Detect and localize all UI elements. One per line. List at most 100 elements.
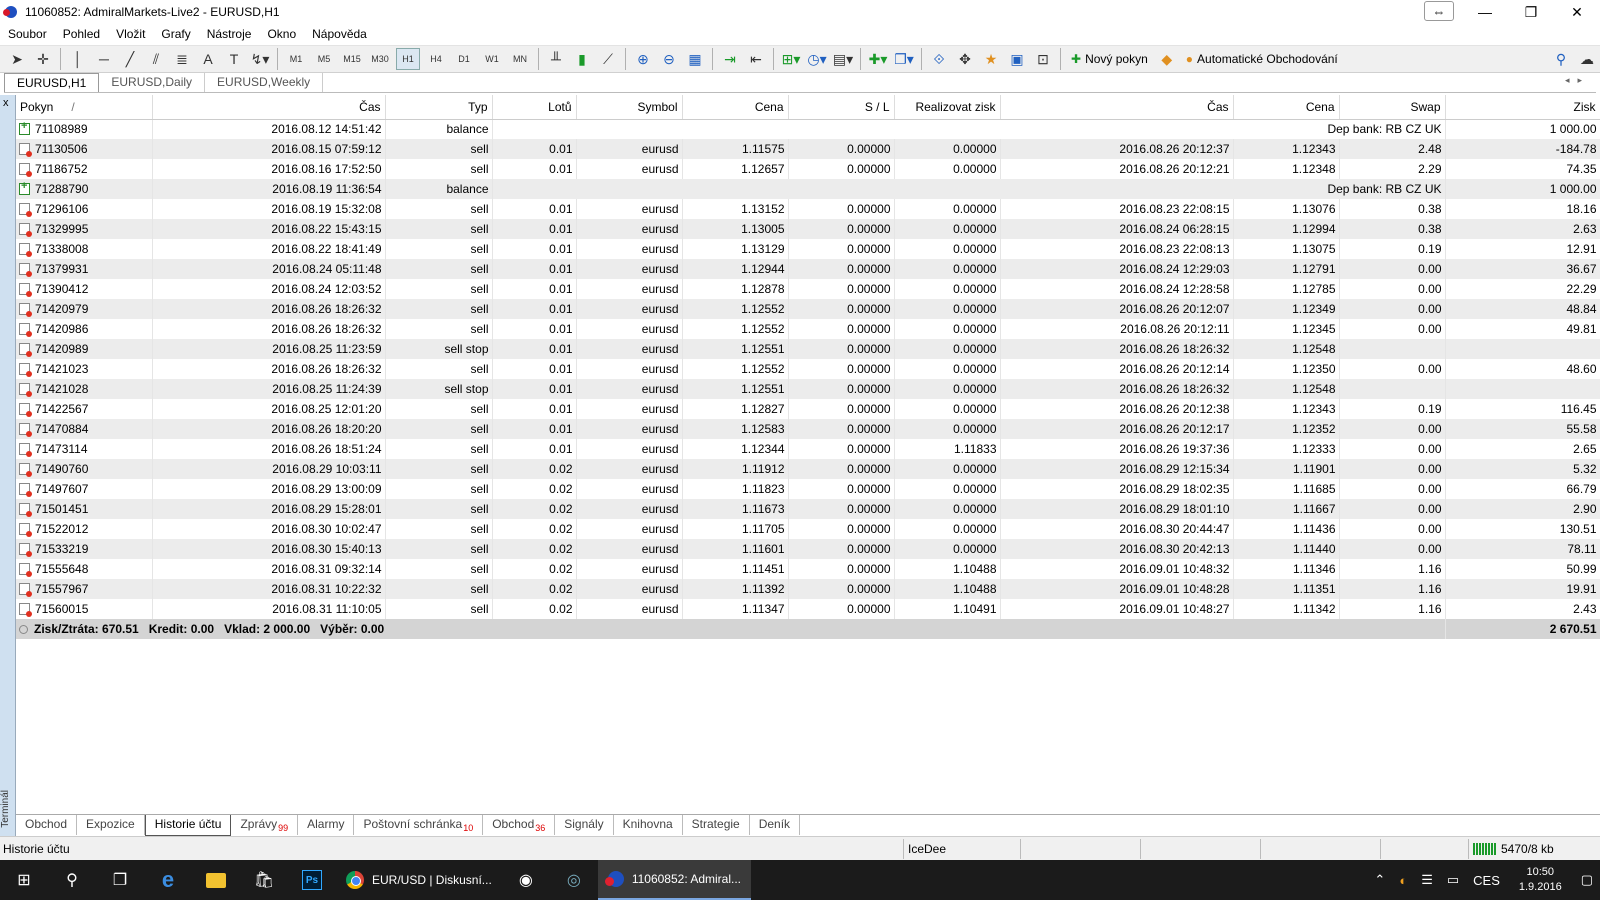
menu-soubor[interactable]: Soubor [0,24,55,45]
app-globe-icon[interactable]: ◉ [502,860,550,900]
timeframe-w1[interactable]: W1 [480,48,504,70]
timeframe-mn[interactable]: MN [508,48,532,70]
menu-napoveda[interactable]: Nápověda [304,24,375,45]
bottom-tab-1[interactable]: Expozice [77,815,145,835]
menu-pohled[interactable]: Pohled [55,24,108,45]
menu-vlozit[interactable]: Vložit [108,24,153,45]
indicators-icon[interactable]: ⊞▾ [780,48,802,70]
column-header-close-time[interactable]: Čas [1000,95,1234,120]
terminal-icon[interactable]: ▣ [1006,48,1028,70]
file-explorer-icon[interactable] [192,860,240,900]
task-view-icon[interactable]: ❐ [96,860,144,900]
taskbar-metatrader[interactable]: 11060852: Admiral... [597,860,751,900]
zoom-out-icon[interactable]: ⊖ [658,48,680,70]
tray-app-icon[interactable]: ◐ [1392,873,1414,888]
table-row[interactable]: 71490760 2016.08.29 10:03:11 sell 0.02 eurus… [16,459,1600,479]
store-icon[interactable]: 🛍 [240,860,288,900]
table-row[interactable]: 71338008 2016.08.22 18:41:49 sell 0.01 eurus… [16,239,1600,259]
table-row[interactable]: 71522012 2016.08.30 10:02:47 sell 0.02 eurus… [16,519,1600,539]
clock[interactable]: 10:50 1.9.2016 [1507,865,1574,895]
text-icon[interactable]: A [197,48,219,70]
column-header-order[interactable]: Pokyn / [16,95,153,120]
channel-icon[interactable]: ⫽ [145,48,167,70]
table-row[interactable]: 71501451 2016.08.29 15:28:01 sell 0.02 eurus… [16,499,1600,519]
column-header-close-price[interactable]: Cena [1233,95,1340,120]
market-watch-icon[interactable]: ⟐ [928,48,950,70]
favorites-icon[interactable]: ★ [980,48,1002,70]
edge-icon[interactable]: e [144,860,192,900]
menu-nastroje[interactable]: Nástroje [199,24,260,45]
bottom-tab-6[interactable]: Obchod36 [483,815,556,835]
timeframe-m5[interactable]: M5 [312,48,336,70]
new-order-button[interactable]: ✚ Nový pokyn [1067,48,1152,70]
timeframe-m15[interactable]: M15 [340,48,364,70]
column-header-swap[interactable]: Swap [1339,95,1446,120]
table-row[interactable]: 71390412 2016.08.24 12:03:52 sell 0.01 eurus… [16,279,1600,299]
column-header-open-price[interactable]: Cena [682,95,789,120]
table-row[interactable]: 71560015 2016.08.31 11:10:05 sell 0.02 eurus… [16,599,1600,619]
shapes-icon[interactable]: ↯▾ [249,48,271,70]
line-chart-icon[interactable]: ⟋ [597,48,619,70]
bar-chart-icon[interactable]: ╨ [545,48,567,70]
app-circle-icon[interactable]: ◎ [550,860,598,900]
column-header-tp[interactable]: Realizovat zisk [894,95,1001,120]
chart-shift-icon[interactable]: ⇤ [745,48,767,70]
fibonacci-icon[interactable]: ≣ [171,48,193,70]
table-row[interactable]: 71420989 2016.08.25 11:23:59 sell stop 0.01… [16,339,1600,359]
table-row[interactable]: 71420979 2016.08.26 18:26:32 sell 0.01 eurus… [16,299,1600,319]
table-row[interactable]: 71557967 2016.08.31 10:22:32 sell 0.02 eurus… [16,579,1600,599]
table-row[interactable]: 71108989 2016.08.12 14:51:42balanceDep ba… [16,119,1600,139]
table-row[interactable]: 71421023 2016.08.26 18:26:32 sell 0.01 eurus… [16,359,1600,379]
notification-icon[interactable]: ▢ [1574,872,1600,888]
column-header-open-time[interactable]: Čas [152,95,386,120]
column-header-lots[interactable]: Lotů [492,95,577,120]
bottom-tab-2[interactable]: Historie účtu [144,815,232,836]
tray-expand-icon[interactable]: ⌃ [1367,872,1392,888]
table-row[interactable]: 71130506 2016.08.15 07:59:12 sell 0.01 eurus… [16,139,1600,159]
auto-trading-button[interactable]: ● Automatické Obchodování [1182,48,1342,70]
timeframe-d1[interactable]: D1 [452,48,476,70]
taskbar-search-icon[interactable]: ⚲ [48,860,96,900]
bottom-tab-10[interactable]: Deník [750,815,801,835]
search-icon[interactable]: ⚲ [1550,48,1572,70]
table-row[interactable]: 71473114 2016.08.26 18:51:24 sell 0.01 eurus… [16,439,1600,459]
bottom-tab-9[interactable]: Strategie [683,815,750,835]
timeframe-m30[interactable]: M30 [368,48,392,70]
text-label-icon[interactable]: T [223,48,245,70]
action-center-icon[interactable]: ▭ [1440,872,1466,888]
table-row[interactable]: 71420986 2016.08.26 18:26:32 sell 0.01 eurus… [16,319,1600,339]
column-header-symbol[interactable]: Symbol [576,95,683,120]
column-header-type[interactable]: Typ [385,95,493,120]
bottom-tab-8[interactable]: Knihovna [614,815,683,835]
column-header-profit[interactable]: Zisk [1445,95,1600,120]
candlestick-icon[interactable]: ▮ [571,48,593,70]
photoshop-icon[interactable]: Ps [288,860,336,900]
autoscroll-icon[interactable]: ⇥ [719,48,741,70]
metaeditor-icon[interactable]: ◆ [1156,48,1178,70]
tab-scroll-arrows[interactable]: ◂▸ [1565,75,1590,86]
table-row[interactable]: 71470884 2016.08.26 18:20:20 sell 0.01 eurus… [16,419,1600,439]
table-row[interactable]: 71288790 2016.08.19 11:36:54balanceDep ba… [16,179,1600,199]
horizontal-line-icon[interactable]: ─ [93,48,115,70]
table-row[interactable]: 71497607 2016.08.29 13:00:09 sell 0.02 eurus… [16,479,1600,499]
chart-tab-eurusd-weekly[interactable]: EURUSD,Weekly [205,73,324,92]
restore-button[interactable]: ❐ [1508,0,1554,24]
windows-start-icon[interactable]: ⊞ [0,860,48,900]
chart-tab-eurusd-daily[interactable]: EURUSD,Daily [99,73,206,92]
zoom-in-icon[interactable]: ⊕ [632,48,654,70]
close-button[interactable]: ✕ [1554,0,1600,24]
table-row[interactable]: 71379931 2016.08.24 05:11:48 sell 0.01 eurus… [16,259,1600,279]
templates-icon[interactable]: ▤▾ [832,48,854,70]
tile-windows-icon[interactable]: ▦ [684,48,706,70]
table-row[interactable]: 71329995 2016.08.22 15:43:15 sell 0.01 eurus… [16,219,1600,239]
timeframe-m1[interactable]: M1 [284,48,308,70]
connection-status[interactable]: 5470/8 kb [1473,842,1554,856]
chart-tab-eurusd-h1[interactable]: EURUSD,H1 [4,73,100,92]
wifi-icon[interactable]: ☰ [1414,872,1440,888]
cursor-icon[interactable]: ➤ [6,48,28,70]
profiles-icon[interactable]: ❐▾ [893,48,915,70]
taskbar-chrome[interactable]: EUR/USD | Diskusní... [336,860,502,900]
minimize-button[interactable]: — [1462,0,1508,24]
timeframe-h1[interactable]: H1 [396,48,420,70]
bottom-tab-7[interactable]: Signály [555,815,614,835]
